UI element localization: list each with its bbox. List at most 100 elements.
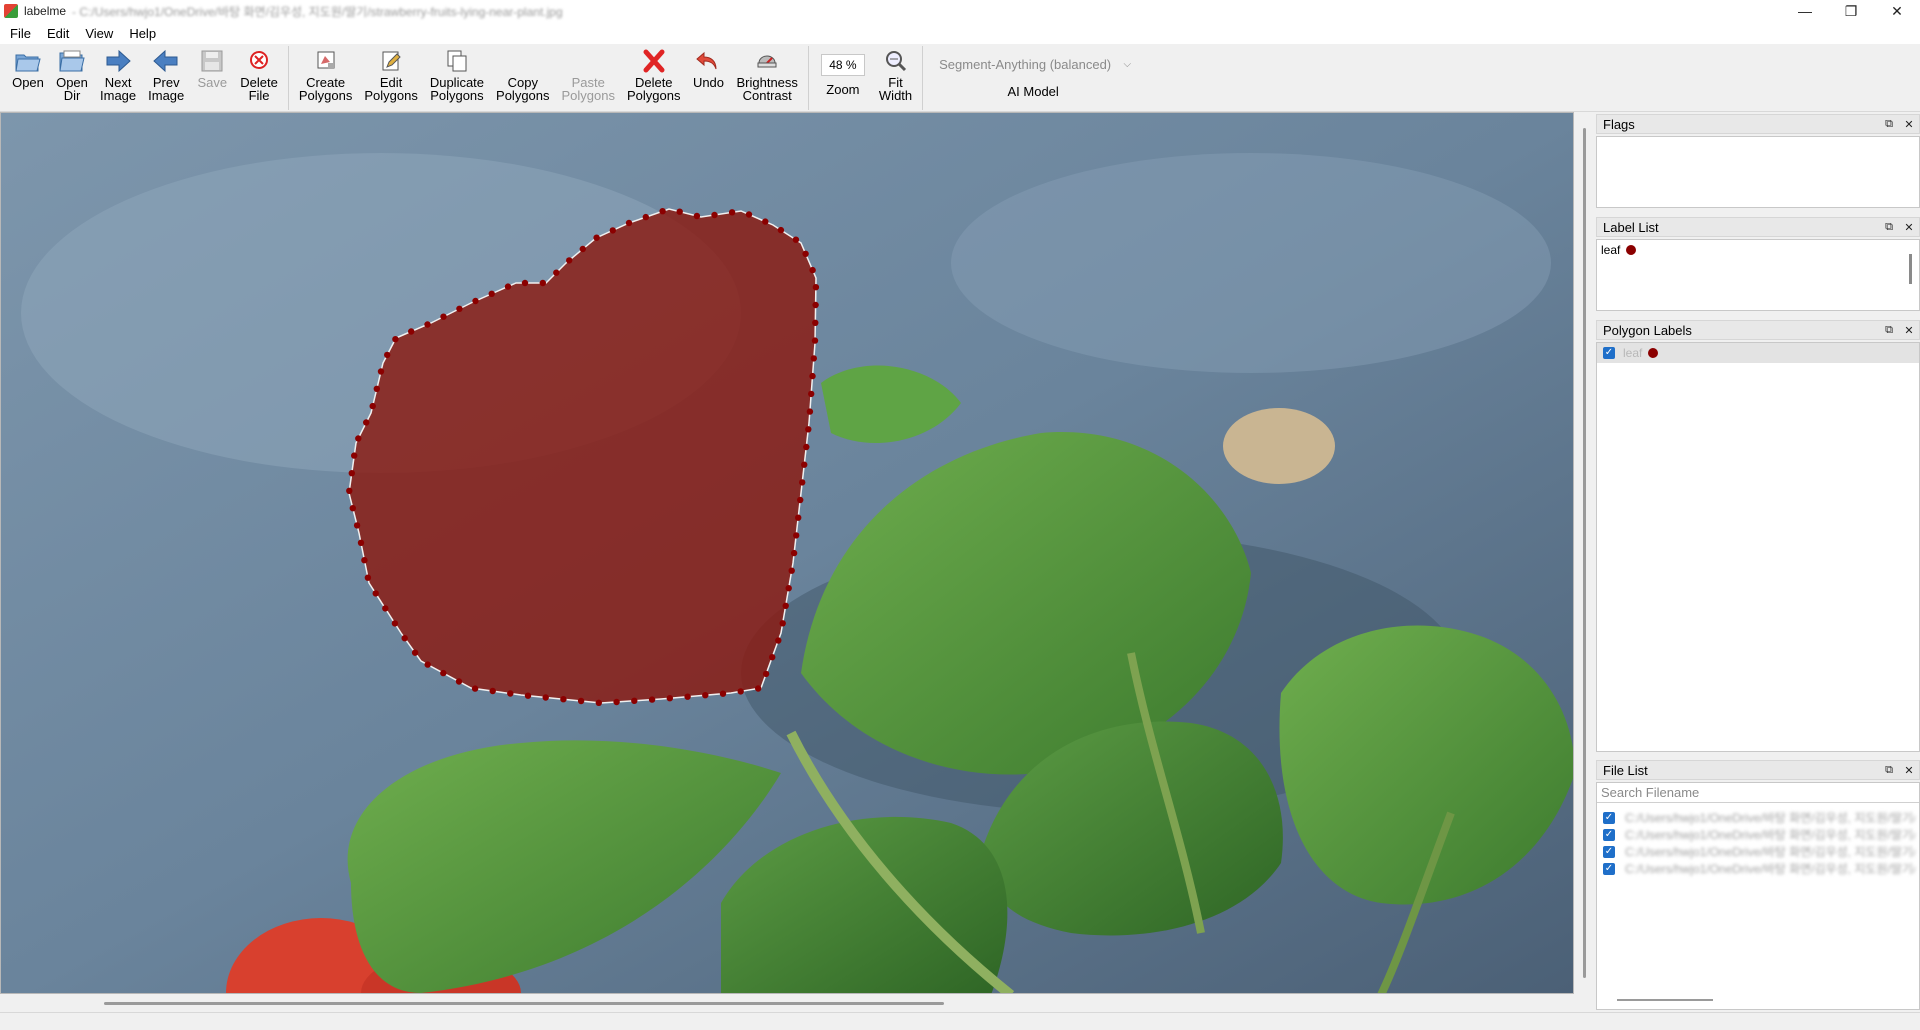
polygon-vertex[interactable] (625, 219, 633, 227)
list-item[interactable]: ✓ C:/Users/hwjo1/OneDrive/바탕 화면/김우성, 지도원… (1597, 809, 1919, 826)
polygon-vertex[interactable] (812, 284, 820, 291)
polygon-vertex[interactable] (357, 539, 365, 546)
polygon-vertex[interactable] (524, 692, 532, 699)
polygon-vertex[interactable] (392, 336, 399, 343)
polygon-vertex[interactable] (566, 257, 573, 264)
polygon-labels-list[interactable]: ✓ leaf (1596, 342, 1920, 752)
horizontal-scrollbar[interactable] (0, 994, 1592, 1012)
polygon-vertex[interactable] (456, 305, 463, 312)
polygon-vertex[interactable] (507, 690, 514, 697)
polygon-vertex[interactable] (803, 443, 810, 451)
fit-width-button[interactable]: Fit Width (873, 44, 918, 110)
open-dir-button[interactable]: Open Dir (50, 44, 94, 110)
create-polygons-button[interactable]: Create Polygons (293, 44, 358, 110)
polygon-vertex[interactable] (355, 435, 362, 442)
polygon-vertex[interactable] (811, 337, 819, 344)
polygon-vertex[interactable] (440, 669, 447, 677)
polygon-vertex[interactable] (809, 372, 816, 380)
menu-help[interactable]: Help (121, 26, 164, 41)
flags-list[interactable] (1596, 136, 1920, 208)
polygon-vertex[interactable] (363, 419, 370, 426)
maximize-button[interactable]: ❐ (1828, 0, 1874, 22)
polygon-vertex[interactable] (812, 319, 819, 326)
polygon-vertex[interactable] (684, 693, 691, 700)
list-item[interactable]: ✓ leaf (1597, 343, 1919, 363)
menu-file[interactable]: File (2, 26, 39, 41)
list-item[interactable]: leaf (1597, 240, 1919, 260)
polygon-vertex[interactable] (693, 212, 701, 220)
restore-icon[interactable]: ⧉ (1883, 764, 1895, 777)
delete-polygons-button[interactable]: Delete Polygons (621, 44, 686, 110)
polygon-vertex[interactable] (785, 585, 792, 592)
polygon-vertex[interactable] (631, 697, 638, 704)
polygon-vertex[interactable] (666, 695, 673, 702)
polygon-vertex[interactable] (384, 351, 391, 359)
polygon-vertex[interactable] (642, 213, 649, 221)
polygon-vertex[interactable] (424, 321, 431, 328)
close-icon[interactable]: ✕ (1903, 118, 1915, 131)
polygon-vertex[interactable] (755, 685, 762, 692)
prev-image-button[interactable]: Prev Image (142, 44, 190, 110)
polygon-vertex[interactable] (805, 426, 812, 433)
polygon-vertex[interactable] (769, 654, 776, 661)
file-checkbox[interactable]: ✓ (1603, 828, 1615, 841)
search-filename-input[interactable]: Search Filename (1597, 783, 1919, 803)
restore-icon[interactable]: ⧉ (1883, 324, 1895, 337)
polygon-vertex[interactable] (728, 209, 736, 216)
undo-button[interactable]: Undo (686, 44, 730, 110)
polygon-vertex[interactable] (659, 208, 666, 215)
polygon-vertex[interactable] (346, 487, 353, 494)
menu-edit[interactable]: Edit (39, 26, 77, 41)
polygon-vertex[interactable] (782, 602, 789, 609)
list-item[interactable]: ✓ C:/Users/hwjo1/OneDrive/바탕 화면/김우성, 지도원… (1597, 826, 1919, 843)
polygon-vertex[interactable] (539, 279, 546, 287)
duplicate-polygons-button[interactable]: Duplicate Polygons (424, 44, 490, 110)
polygon-vertex[interactable] (579, 245, 586, 253)
polygon-vertex[interactable] (788, 567, 795, 574)
polygon-vertex[interactable] (711, 211, 718, 219)
polygon-vertex[interactable] (377, 368, 385, 375)
paste-polygons-button[interactable]: Paste Polygons (556, 44, 621, 110)
polygon-vertex[interactable] (382, 605, 389, 612)
polygon-vertex[interactable] (809, 266, 816, 274)
polygon-vertex[interactable] (737, 688, 744, 695)
edit-polygons-button[interactable]: Edit Polygons (358, 44, 423, 110)
file-list[interactable]: Search Filename ✓ C:/Users/hwjo1/OneDriv… (1596, 782, 1920, 1010)
polygon-vertex[interactable] (348, 470, 355, 477)
polygon-vertex[interactable] (762, 670, 770, 678)
polygon-vertex[interactable] (808, 390, 815, 398)
polygon-vertex[interactable] (702, 692, 709, 699)
polygon-vertex[interactable] (806, 408, 814, 415)
polygon-vertex[interactable] (504, 283, 512, 290)
polygon-vertex[interactable] (488, 290, 495, 297)
polygon-vertex[interactable] (613, 698, 620, 706)
file-list-hscrollbar[interactable] (1617, 999, 1713, 1001)
polygon-vertex[interactable] (349, 505, 356, 512)
polygon-vertex[interactable] (373, 385, 380, 392)
polygon-vertex[interactable] (792, 236, 800, 243)
menu-view[interactable]: View (77, 26, 121, 41)
polygon-vertex[interactable] (775, 637, 782, 644)
polygon-vertex[interactable] (801, 461, 808, 468)
polygon-vertex[interactable] (472, 297, 479, 305)
polygon-vertex[interactable] (471, 685, 479, 692)
vertical-scrollbar[interactable] (1578, 112, 1592, 994)
polygon-vertex[interactable] (793, 532, 800, 539)
polygon-vertex[interactable] (364, 574, 372, 581)
polygon-vertex[interactable] (593, 234, 600, 241)
polygon-vertex[interactable] (795, 514, 802, 521)
label-list-scrollbar[interactable] (1909, 254, 1912, 284)
polygon-vertex[interactable] (372, 590, 379, 597)
label-list[interactable]: leaf (1596, 239, 1920, 311)
polygon-vertex[interactable] (353, 522, 361, 529)
brightness-contrast-button[interactable]: Brightness Contrast (730, 44, 803, 110)
image-canvas[interactable] (0, 112, 1574, 994)
minimize-button[interactable]: — (1782, 0, 1828, 22)
list-item[interactable]: ✓ C:/Users/hwjo1/OneDrive/바탕 화면/김우성, 지도원… (1597, 843, 1919, 860)
polygon-vertex[interactable] (676, 208, 683, 215)
polygon-vertex[interactable] (440, 313, 447, 320)
polygon-vertex[interactable] (401, 635, 408, 642)
polygon-vertex[interactable] (369, 402, 376, 410)
list-item[interactable]: ✓ C:/Users/hwjo1/OneDrive/바탕 화면/김우성, 지도원… (1597, 860, 1919, 877)
polygon-vertex[interactable] (351, 452, 358, 459)
